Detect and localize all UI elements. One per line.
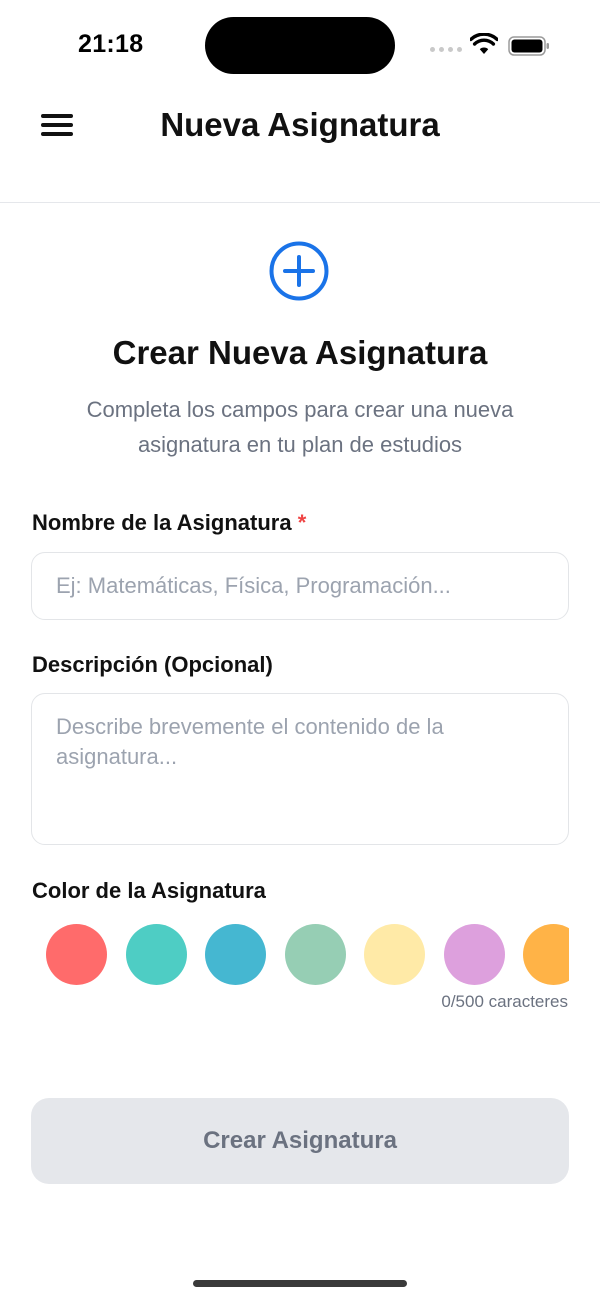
color-field-label: Color de la Asignatura <box>32 878 266 903</box>
color-picker <box>31 920 569 988</box>
color-swatch[interactable] <box>205 924 266 985</box>
form-heading: Crear Nueva Asignatura <box>112 334 488 371</box>
color-swatch[interactable] <box>523 924 569 985</box>
form-subtitle: Completa los campos para crear una nueva… <box>86 397 514 457</box>
color-swatch[interactable] <box>443 924 505 985</box>
color-swatch[interactable] <box>284 924 346 985</box>
navigation-header: Nueva Asignatura <box>0 90 600 203</box>
battery-icon <box>508 36 549 56</box>
page-title: Nueva Asignatura <box>160 106 440 143</box>
name-field-label: Nombre de la Asignatura * <box>32 510 306 536</box>
status-bar: 21:18 <box>0 0 600 90</box>
wifi-icon <box>470 33 498 54</box>
status-time: 21:18 <box>78 30 144 58</box>
description-textarea[interactable]: Describe brevemente el contenido de la a… <box>31 693 569 845</box>
color-swatch[interactable] <box>364 924 425 985</box>
color-swatch[interactable] <box>125 924 187 985</box>
color-swatch[interactable] <box>46 924 107 985</box>
create-subject-button[interactable]: Crear Asignatura <box>31 1098 569 1184</box>
cellular-signal-icon <box>430 47 462 53</box>
name-label-text: Nombre de la Asignatura <box>32 510 292 535</box>
required-mark: * <box>297 510 307 535</box>
character-counter: 0/500 caracteres <box>441 992 568 1011</box>
subject-name-input[interactable]: Ej: Matemáticas, Física, Programación... <box>31 552 569 620</box>
dynamic-island <box>205 17 395 74</box>
description-field-label: Descripción (Opcional) <box>32 652 273 677</box>
home-indicator <box>193 1280 407 1287</box>
plus-circle-icon <box>269 241 329 301</box>
